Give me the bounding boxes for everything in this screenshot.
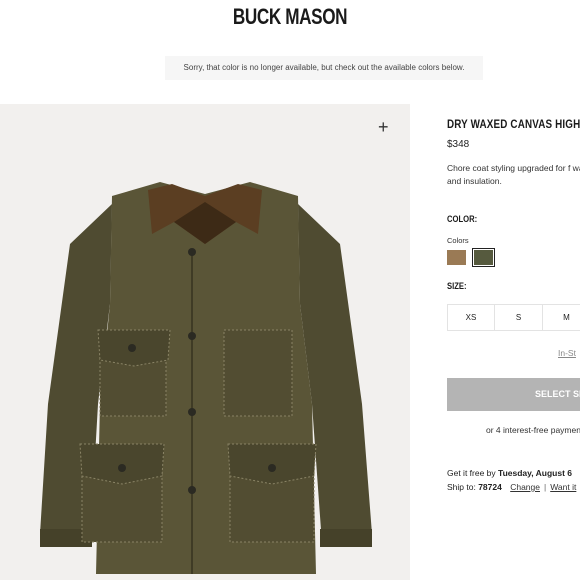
size-label: SIZE:	[447, 281, 467, 291]
color-unavailable-notice: Sorry, that color is no longer available…	[165, 56, 483, 80]
change-zip-link[interactable]: Change	[510, 482, 540, 492]
delivery-estimate: Get it free by Tuesday, August 6	[447, 468, 572, 478]
size-option-s[interactable]: S	[495, 305, 543, 330]
link-separator: |	[543, 482, 547, 492]
product-image	[40, 182, 372, 574]
size-selector: XS S M	[447, 304, 580, 331]
select-size-button[interactable]: SELECT SIZ	[447, 378, 580, 411]
zoom-plus-icon[interactable]: +	[378, 118, 389, 136]
size-option-m[interactable]: M	[543, 305, 580, 330]
brand-logo[interactable]: BUCK MASON	[64, 4, 516, 30]
in-store-link[interactable]: In-St	[558, 348, 576, 358]
delivery-date: Tuesday, August 6	[498, 468, 573, 478]
product-image-gallery[interactable]	[0, 104, 410, 580]
color-swatch-tan[interactable]	[447, 250, 466, 265]
product-title: DRY WAXED CANVAS HIGH	[447, 117, 580, 131]
delivery-prefix: Get it free by	[447, 468, 499, 478]
ship-to-zip: 78724	[478, 482, 502, 492]
product-description: Chore coat styling upgraded for f warmth…	[447, 163, 580, 186]
want-it-link[interactable]: Want it	[550, 482, 576, 492]
color-swatch-olive[interactable]	[472, 248, 495, 267]
installment-payment-text: or 4 interest-free paymen	[486, 425, 580, 435]
colors-sublabel: Colors	[447, 236, 469, 245]
size-option-xs[interactable]: XS	[447, 305, 495, 330]
ship-to-prefix: Ship to:	[447, 482, 479, 492]
product-price: $348	[447, 139, 470, 150]
ship-to-line: Ship to: 78724 Change | Want it	[447, 482, 576, 492]
color-label: COLOR:	[447, 214, 478, 224]
